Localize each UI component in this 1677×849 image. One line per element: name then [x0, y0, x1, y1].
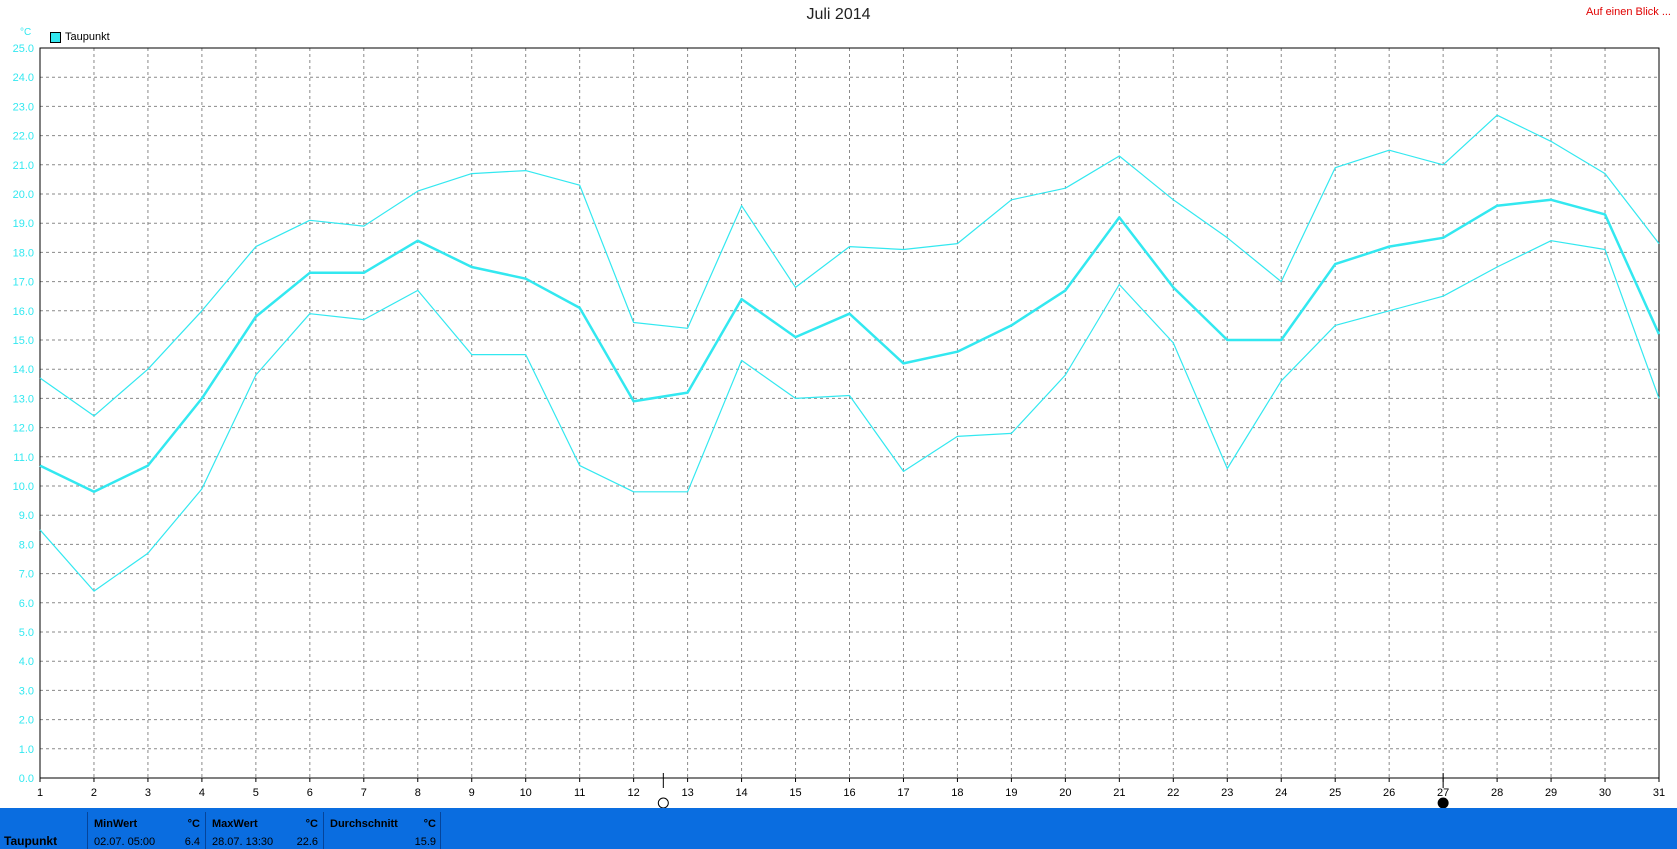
x-tick-label: 13 [681, 787, 693, 799]
y-tick-label: 18.0 [13, 247, 34, 259]
y-tick-label: 25.0 [13, 43, 34, 55]
x-tick-label: 23 [1221, 787, 1233, 799]
y-tick-label: 5.0 [19, 627, 34, 639]
max-cell: MaxWert °C 28.07. 13:30 22.6 [205, 812, 322, 849]
x-tick-label: 10 [520, 787, 532, 799]
x-tick-label: 17 [897, 787, 909, 799]
y-tick-label: 14.0 [13, 364, 34, 376]
y-tick-label: 21.0 [13, 160, 34, 172]
y-tick-label: 15.0 [13, 335, 34, 347]
y-tick-label: 2.0 [19, 715, 34, 727]
x-tick-label: 30 [1599, 787, 1611, 799]
x-tick-label: 8 [415, 787, 421, 799]
x-tick-label: 9 [469, 787, 475, 799]
x-tick-label: 21 [1113, 787, 1125, 799]
x-tick-label: 7 [361, 787, 367, 799]
y-tick-label: 0.0 [19, 773, 34, 785]
x-tick-label: 6 [307, 787, 313, 799]
y-tick-label: 19.0 [13, 218, 34, 230]
y-tick-label: 11.0 [13, 452, 34, 464]
min-unit: °C [187, 818, 200, 830]
min-cell: MinWert °C 02.07. 05:00 6.4 [87, 812, 204, 849]
new-moon-icon [657, 797, 669, 808]
y-tick-label: 4.0 [19, 656, 34, 668]
x-tick-label: 12 [628, 787, 640, 799]
full-moon-icon [1437, 797, 1449, 808]
max-value: 22.6 [296, 836, 318, 848]
x-tick-label: 25 [1329, 787, 1341, 799]
x-tick-label: 28 [1491, 787, 1503, 799]
x-tick-label: 5 [253, 787, 259, 799]
x-tick-label: 26 [1383, 787, 1395, 799]
x-tick-label: 2 [91, 787, 97, 799]
x-tick-label: 14 [735, 787, 747, 799]
y-tick-label: 9.0 [19, 510, 34, 522]
series-line-0 [39, 198, 1661, 494]
x-tick-label: 27 [1437, 787, 1449, 799]
x-tick-label: 16 [843, 787, 855, 799]
avg-header: Durchschnitt [330, 818, 398, 830]
avg-cell: Durchschnitt °C 15.9 [323, 812, 441, 849]
x-tick-labels: 1 2 3 4 5 6 7 8 9 10 11 12 13 14 15 16 17 18 19 20 21 22 23 24 2… [37, 787, 1665, 799]
y-tick-label: 13.0 [13, 393, 34, 405]
y-tick-label: 16.0 [13, 306, 34, 318]
avg-unit: °C [423, 818, 436, 830]
avg-value: 15.9 [414, 836, 436, 848]
x-tick-label: 29 [1545, 787, 1557, 799]
y-tick-label: 20.0 [13, 189, 34, 201]
x-tick-label: 11 [574, 787, 585, 799]
min-header: MinWert [94, 818, 138, 830]
x-tick-label: 18 [951, 787, 963, 799]
stats-footer: Taupunkt MinWert °C 02.07. 05:00 6.4 Max… [0, 808, 1677, 849]
max-header: MaxWert [212, 818, 258, 830]
x-tick-label: 20 [1059, 787, 1071, 799]
x-tick-label: 3 [145, 787, 151, 799]
x-tick-label: 22 [1167, 787, 1179, 799]
dewpoint-line-chart: 0.01.02.03.04.05.06.07.08.09.010.011.012… [13, 43, 1665, 808]
y-tick-label: 3.0 [19, 685, 34, 697]
x-tick-label: 4 [199, 787, 205, 799]
x-tick-label: 24 [1275, 787, 1287, 799]
x-tick-label: 1 [37, 787, 43, 799]
min-time: 02.07. 05:00 [94, 836, 156, 848]
y-tick-label: 22.0 [13, 131, 34, 143]
y-tick-labels: 0.0 1.0 2.0 3.0 4.0 5.0 6.0 7.0 8.0 9.0 10.0 11.0 12… [13, 43, 34, 785]
y-tick-label: 10.0 [13, 481, 34, 493]
max-unit: °C [305, 818, 318, 830]
footer-row-label: Taupunkt [4, 834, 58, 848]
y-tick-label: 8.0 [19, 539, 34, 551]
y-tick-label: 1.0 [19, 744, 34, 756]
y-tick-label: 7.0 [19, 569, 34, 581]
x-tick-label: 15 [789, 787, 801, 799]
y-tick-label: 6.0 [19, 598, 34, 610]
max-time: 28.07. 13:30 [212, 836, 274, 848]
y-tick-label: 24.0 [13, 72, 34, 84]
y-tick-label: 12.0 [13, 423, 34, 435]
x-tick-label: 31 [1653, 787, 1665, 799]
y-tick-label: 17.0 [13, 277, 34, 289]
min-value: 6.4 [184, 836, 200, 848]
y-tick-label: 23.0 [13, 101, 34, 113]
x-tick-label: 19 [1005, 787, 1017, 799]
